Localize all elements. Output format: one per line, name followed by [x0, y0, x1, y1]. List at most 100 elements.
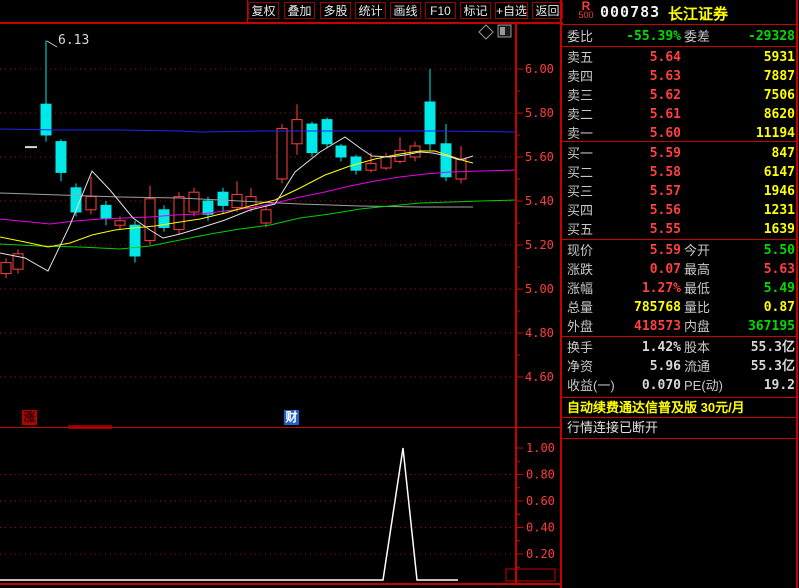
- ask-price: 5.64: [649, 50, 681, 65]
- panel-separator: [562, 438, 797, 439]
- quote-label: 涨跌: [567, 262, 594, 277]
- ask-row[interactable]: 卖四 5.63 7887: [563, 67, 797, 86]
- toolbar-button[interactable]: 多股: [320, 2, 351, 19]
- bid-price: 5.55: [649, 222, 681, 237]
- ask-price: 5.62: [649, 88, 681, 103]
- panel-separator: [562, 397, 797, 398]
- bid-row[interactable]: 买一 5.59 847: [563, 144, 797, 163]
- quote-value: 367195: [748, 319, 795, 334]
- quote-label: 净资: [567, 359, 594, 374]
- r-badge-number: 500: [578, 10, 594, 20]
- panel-separator: [562, 46, 797, 47]
- panel-separator: [562, 24, 797, 25]
- panel-separator: [562, 239, 797, 240]
- toolbar-button[interactable]: F10: [425, 2, 456, 19]
- quote-value: 5.49: [763, 281, 795, 296]
- svg-text:5.00: 5.00: [525, 282, 554, 296]
- quote-value: 5.63: [763, 262, 795, 277]
- tdx-app-window: 复权 叠加 多股 统计 画线 F10 标记 +自选 返回 6.00 5.80 5.60 5.40 5.2…: [0, 0, 799, 588]
- stock-name[interactable]: 长江证券: [668, 3, 728, 24]
- bid-level-label: 买三: [567, 184, 594, 199]
- quote-row: 涨跌 0.07 最高 5.63: [563, 260, 797, 279]
- window-restore-icon[interactable]: [497, 24, 513, 40]
- ask-row[interactable]: 卖一 5.60 11194: [563, 124, 797, 143]
- quote-value: 19.2: [763, 378, 795, 393]
- ask-volume: 5931: [763, 50, 795, 65]
- ask-row[interactable]: 卖三 5.62 7506: [563, 86, 797, 105]
- ask-level-label: 卖五: [567, 50, 594, 65]
- quote-value: 55.3亿: [750, 340, 795, 355]
- panel-separator: [562, 417, 797, 418]
- finance-marker-badge[interactable]: 财: [284, 410, 299, 425]
- bid-level-label: 买四: [567, 203, 594, 218]
- quote-value: 418573: [634, 319, 681, 334]
- toolbar-button[interactable]: 标记: [460, 2, 491, 19]
- ask-row[interactable]: 卖五 5.64 5931: [563, 48, 797, 67]
- quote-label: 涨幅: [567, 281, 594, 296]
- bid-price: 5.57: [649, 184, 681, 199]
- svg-text:0.40: 0.40: [526, 521, 555, 535]
- bid-row[interactable]: 买四 5.56 1231: [563, 201, 797, 220]
- toolbar-button[interactable]: +自选: [495, 2, 528, 19]
- svg-text:0.20: 0.20: [526, 547, 555, 561]
- ask-volume: 7506: [763, 88, 795, 103]
- toolbar-button[interactable]: 画线: [390, 2, 421, 19]
- toolbar-button[interactable]: 复权: [248, 2, 279, 19]
- quote-row: 换手 1.42% 股本 55.3亿: [563, 338, 797, 357]
- quote-value: 1.27%: [641, 281, 681, 296]
- toolbar-button[interactable]: 叠加: [284, 2, 315, 19]
- frame-line: [560, 0, 562, 588]
- ask-level-label: 卖一: [567, 126, 594, 141]
- weicha-value: -29328: [748, 29, 795, 44]
- weibi-value: -55.39%: [626, 29, 681, 44]
- svg-text:4.60: 4.60: [525, 370, 554, 384]
- candlestick-chart[interactable]: 6.00 5.80 5.60 5.40 5.20 5.00 4.80 4.60: [0, 22, 560, 427]
- indicator-chart[interactable]: 1.00 0.80 0.60 0.40 0.20: [0, 428, 560, 583]
- ask-level-label: 卖四: [567, 69, 594, 84]
- quote-row: 涨幅 1.27% 最低 5.49: [563, 279, 797, 298]
- toolbar-button[interactable]: 返回: [532, 2, 563, 19]
- svg-text:1.00: 1.00: [526, 441, 555, 455]
- weibi-row: 委比 -55.39% 委差 -29328: [563, 27, 797, 46]
- bid-volume: 1231: [763, 203, 795, 218]
- svg-text:5.40: 5.40: [525, 194, 554, 208]
- bid-row[interactable]: 买二 5.58 6147: [563, 163, 797, 182]
- quote-value: 5.50: [763, 243, 795, 258]
- quote-value: 5.96: [649, 359, 681, 374]
- bid-volume: 6147: [763, 165, 795, 180]
- ask-volume: 7887: [763, 69, 795, 84]
- quote-row: 净资 5.96 流通 55.3亿: [563, 357, 797, 376]
- quote-value: 785768: [634, 300, 681, 315]
- svg-text:5.80: 5.80: [525, 106, 554, 120]
- ask-volume: 11194: [755, 126, 795, 141]
- bid-level-label: 买一: [567, 146, 594, 161]
- frame-line: [0, 583, 561, 585]
- panel-separator: [562, 336, 797, 337]
- bid-price: 5.56: [649, 203, 681, 218]
- quote-value: 0.07: [649, 262, 681, 277]
- svg-text:5.20: 5.20: [525, 238, 554, 252]
- subscription-notice[interactable]: 自动续费通达信普及版 30元/月: [567, 400, 797, 416]
- bid-row[interactable]: 买五 5.55 1639: [563, 220, 797, 239]
- quote-value: 1.42%: [641, 340, 681, 355]
- bid-volume: 1946: [763, 184, 795, 199]
- bid-level-label: 买五: [567, 222, 594, 237]
- quote-label: 总量: [567, 300, 594, 315]
- bid-row[interactable]: 买三 5.57 1946: [563, 182, 797, 201]
- quote-label: 现价: [567, 243, 594, 258]
- frame-line: [0, 22, 563, 24]
- quote-row: 收益(一) 0.070 PE(动) 19.2: [563, 376, 797, 395]
- ask-level-label: 卖二: [567, 107, 594, 122]
- svg-text:5.60: 5.60: [525, 150, 554, 164]
- quote-value: 0.87: [763, 300, 795, 315]
- ask-price: 5.63: [649, 69, 681, 84]
- ask-row[interactable]: 卖二 5.61 8620: [563, 105, 797, 124]
- r-badge: R 500: [574, 0, 598, 20]
- svg-text:6.00: 6.00: [525, 62, 554, 76]
- diamond-icon[interactable]: [478, 24, 494, 40]
- bid-price: 5.59: [649, 146, 681, 161]
- quote-row: 现价 5.59 今开 5.50: [563, 241, 797, 260]
- toolbar-button[interactable]: 统计: [355, 2, 386, 19]
- quote-row: 外盘 418573 内盘 367195: [563, 317, 797, 336]
- rise-marker-badge[interactable]: 涨: [22, 410, 37, 425]
